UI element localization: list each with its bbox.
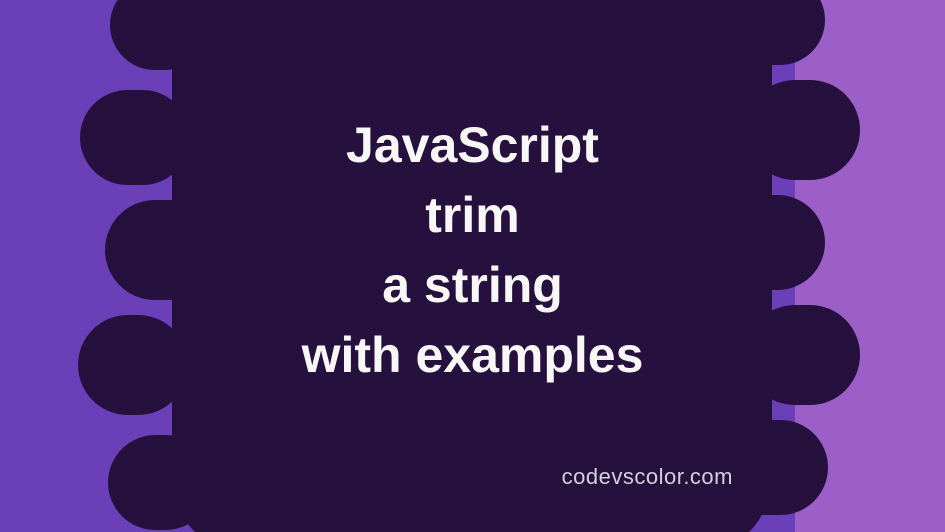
title-line-3: a string [0, 250, 945, 320]
blob-bump-right [718, 420, 828, 515]
blob-bump-left [108, 435, 213, 530]
title-line-1: JavaScript [0, 110, 945, 180]
banner-title: JavaScript trim a string with examples [0, 110, 945, 390]
banner-container: JavaScript trim a string with examples c… [0, 0, 945, 532]
watermark-text: codevscolor.com [562, 464, 733, 490]
title-line-2: trim [0, 180, 945, 250]
title-line-4: with examples [0, 320, 945, 390]
